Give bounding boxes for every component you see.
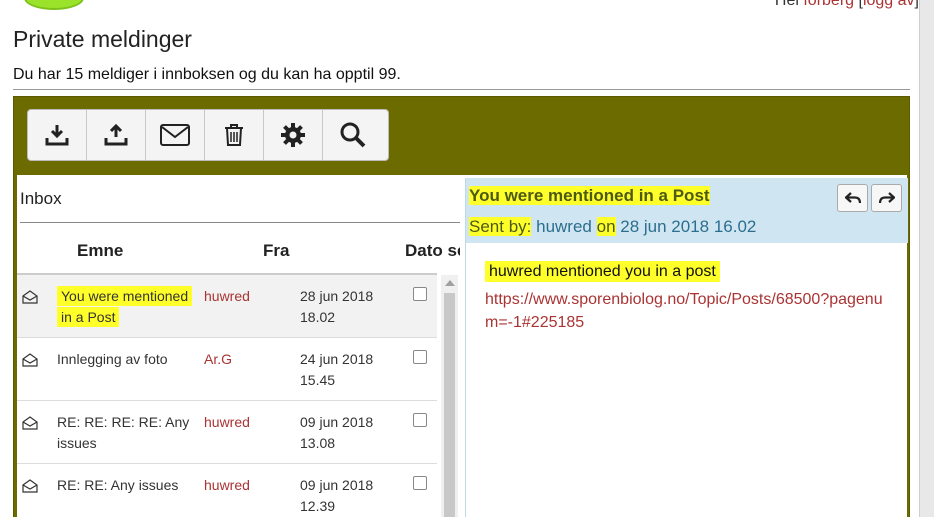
on-label: on <box>596 217 616 236</box>
inbox-info: Du har 15 meldiger i innboksen og du kan… <box>13 66 401 83</box>
column-date[interactable]: Dato sendt <box>405 241 460 261</box>
scroll-up-arrow[interactable] <box>445 280 455 286</box>
message-date: 28 jun 2018 18.02 <box>300 288 374 325</box>
message-sender[interactable]: Ar.G <box>204 349 232 370</box>
list-item[interactable]: Innlegging av foto Ar.G 24 jun 2018 15.4… <box>17 337 437 400</box>
page: Hei forberg [logg av] Private meldinger … <box>0 0 919 517</box>
divider <box>13 89 910 90</box>
message-subject[interactable]: You were mentioned in a Post <box>57 286 197 328</box>
message-subject[interactable]: RE: RE: RE: RE: Any issues <box>57 412 197 454</box>
message-header: You were mentioned in a Post Sent by: hu… <box>466 178 908 243</box>
search-button[interactable] <box>323 110 382 160</box>
open-envelope-icon <box>22 290 38 304</box>
logout-link[interactable]: logg av <box>863 0 915 9</box>
message-actions <box>837 184 902 212</box>
settings-button[interactable] <box>264 110 323 160</box>
content-area: Inbox Emne Fra Dato sendt You were menti… <box>17 175 908 517</box>
list-item[interactable]: RE: RE: RE: RE: Any issues huwred 09 jun… <box>17 400 437 463</box>
message-sender[interactable]: huwred <box>204 475 250 496</box>
post-link[interactable]: https://www.sporenbiolog.no/Topic/Posts/… <box>485 288 885 334</box>
user-bar: Hei forberg [logg av] <box>775 0 919 10</box>
upload-icon <box>104 123 128 146</box>
select-checkbox[interactable] <box>413 413 427 427</box>
send-button[interactable] <box>87 110 146 160</box>
message-subject[interactable]: RE: RE: Any issues <box>57 475 197 496</box>
open-envelope-icon <box>22 353 38 367</box>
forward-icon <box>878 192 895 204</box>
list-item[interactable]: You were mentioned in a Post huwred 28 j… <box>17 273 437 337</box>
select-checkbox[interactable] <box>413 350 427 364</box>
page-title: Private meldinger <box>13 26 192 52</box>
delete-button[interactable] <box>205 110 264 160</box>
message-sender[interactable]: huwred <box>204 286 250 307</box>
gear-icon <box>281 123 305 147</box>
open-envelope-icon <box>22 416 38 430</box>
select-checkbox[interactable] <box>413 287 427 301</box>
envelope-icon <box>160 124 190 146</box>
message-body: huwred mentioned you in a post <box>485 261 720 282</box>
site-logo[interactable] <box>24 0 84 10</box>
message-meta: Sent by: huwred on 28 jun 2018 16.02 <box>469 217 756 237</box>
toolbar <box>27 109 389 161</box>
scrollbar-thumb[interactable] <box>444 293 455 517</box>
select-checkbox[interactable] <box>413 476 427 490</box>
message-title: You were mentioned in a Post <box>469 186 710 205</box>
greeting: Hei <box>774 0 799 9</box>
message-subject[interactable]: Innlegging av foto <box>57 349 197 370</box>
message-sender[interactable]: huwred <box>204 412 250 433</box>
download-icon <box>45 125 69 146</box>
list-scrollbar[interactable] <box>441 275 458 517</box>
sender-link[interactable]: huwred <box>536 217 592 236</box>
inbox-title: Inbox <box>20 189 62 208</box>
message-date: 24 jun 2018 15.45 <box>300 351 374 388</box>
message-date: 28 jun 2018 16.02 <box>620 217 757 236</box>
message-date: 09 jun 2018 13.08 <box>300 414 374 451</box>
message-list: You were mentioned in a Post huwred 28 j… <box>17 273 437 517</box>
messages-panel: Inbox Emne Fra Dato sendt You were menti… <box>13 96 910 517</box>
username-link[interactable]: forberg <box>803 0 854 9</box>
reply-icon <box>844 192 861 204</box>
page-scrollbar[interactable] <box>919 0 934 517</box>
column-subject[interactable]: Emne <box>77 241 123 261</box>
list-item[interactable]: RE: RE: Any issues huwred 09 jun 2018 12… <box>17 463 437 517</box>
forward-button[interactable] <box>871 184 902 212</box>
message-date: 09 jun 2018 12.39 <box>300 477 374 514</box>
divider <box>20 222 460 223</box>
sent-by-label: Sent by: <box>469 217 532 236</box>
message-view: You were mentioned in a Post Sent by: hu… <box>465 178 908 517</box>
compose-button[interactable] <box>146 110 205 160</box>
reply-button[interactable] <box>837 184 868 212</box>
column-from[interactable]: Fra <box>263 241 289 261</box>
receive-button[interactable] <box>28 110 87 160</box>
search-icon <box>340 122 365 148</box>
open-envelope-icon <box>22 479 38 493</box>
trash-icon <box>225 124 243 146</box>
